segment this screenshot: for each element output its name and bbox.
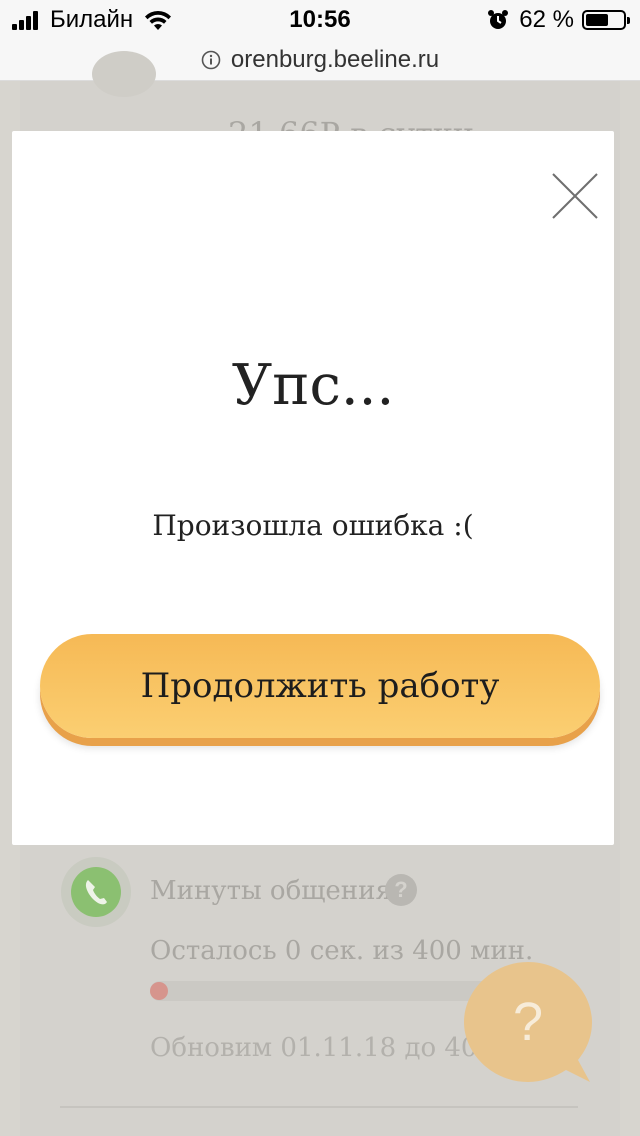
phone-icon xyxy=(61,857,131,927)
status-bar: Билайн 10:56 62 % xyxy=(0,0,640,40)
progress-indicator xyxy=(150,982,168,1000)
minutes-title: Минуты общения xyxy=(150,876,392,906)
continue-button[interactable]: Продолжить работу xyxy=(40,634,600,738)
help-chat-button[interactable]: ? xyxy=(462,960,594,1086)
battery-icon xyxy=(582,10,630,30)
minutes-update-text: Обновим 01.11.18 до 400 мин. xyxy=(150,1033,480,1063)
modal-message: Произошла ошибка :( xyxy=(152,509,474,542)
close-icon[interactable] xyxy=(550,171,600,221)
battery-fill xyxy=(586,14,608,26)
info-icon xyxy=(201,50,221,70)
minutes-help-icon[interactable]: ? xyxy=(385,874,417,906)
help-question-mark: ? xyxy=(513,992,543,1052)
battery-percent: 62 % xyxy=(519,6,574,33)
background-avatar xyxy=(92,51,156,97)
status-right: 62 % xyxy=(487,6,630,34)
alarm-icon xyxy=(488,10,509,29)
divider xyxy=(60,1106,578,1108)
error-modal: Упс... Произошла ошибка :( Продолжить ра… xyxy=(12,131,614,845)
url-text: orenburg.beeline.ru xyxy=(230,46,440,73)
modal-title: Упс... xyxy=(231,353,395,418)
